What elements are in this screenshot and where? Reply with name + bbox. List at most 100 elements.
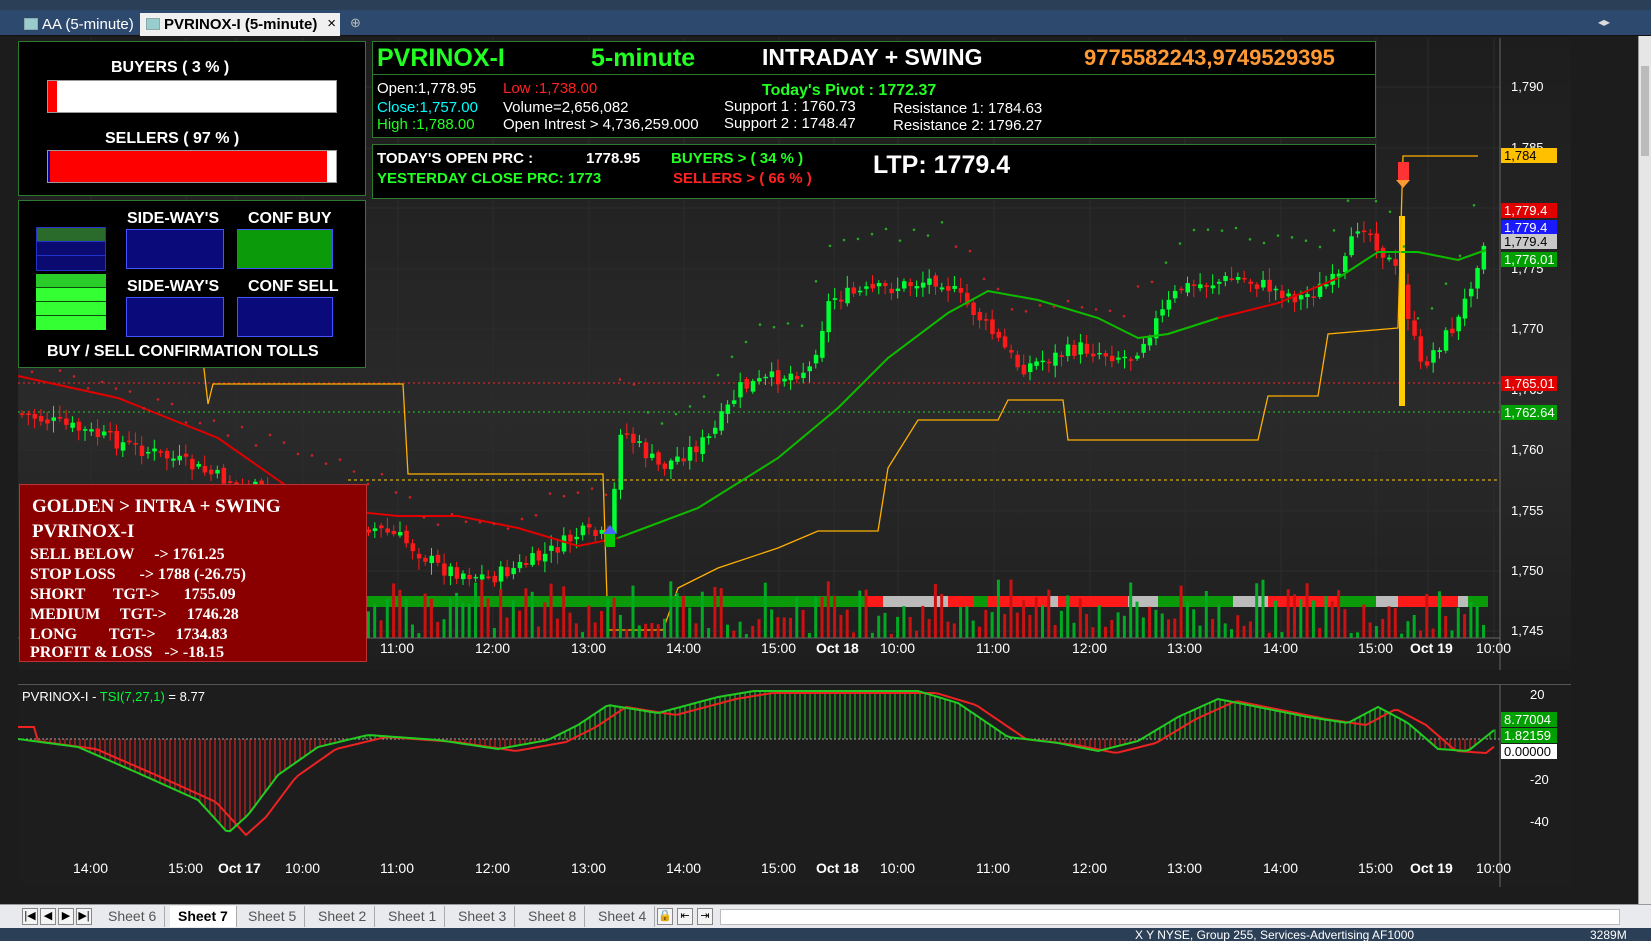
volume-bar [404, 598, 408, 638]
sheet-tab[interactable]: Sheet 8 [520, 906, 586, 927]
volume-bar [1078, 598, 1082, 638]
sheet-tab[interactable]: Sheet 6 [100, 906, 166, 927]
volume-bar [719, 588, 723, 638]
volume-bar [442, 619, 446, 638]
sar-dot [590, 487, 594, 490]
sheet-tab[interactable]: Sheet 2 [310, 906, 376, 927]
candle [845, 275, 850, 307]
candle [442, 553, 447, 585]
sar-dot [100, 380, 104, 384]
volume-bar [789, 617, 792, 638]
scroll-right-icon[interactable]: ⇥ [697, 908, 713, 925]
time-label: Oct 19 [1410, 640, 1453, 656]
document-tab-strip: AA (5-minute) PVRINOX-I (5-minute) × ⊕ ◂… [0, 10, 1651, 36]
candle [1028, 355, 1033, 381]
candle [1021, 354, 1027, 378]
volume-bar [738, 621, 742, 638]
next-sheet-button[interactable]: ▶ [58, 908, 74, 925]
candle [1065, 336, 1071, 362]
candle [511, 561, 516, 580]
sar-dot [814, 279, 818, 283]
first-sheet-button[interactable]: |◀ [22, 908, 38, 925]
tsi-indicator-pane[interactable]: PVRINOX-I - TSI(7,27,1) = 8.77 20 -20 -40 … [18, 684, 1571, 887]
volume-bar [1406, 621, 1410, 638]
volume-bar [870, 632, 874, 638]
volume-value: Volume=2,656,082 [503, 99, 629, 116]
support2-value: Support 2 : 1748.47 [724, 115, 856, 132]
sheet-tab[interactable]: Sheet 1 [380, 906, 446, 927]
volume-bar [505, 617, 509, 638]
medium-target: MEDIUM TGT-> 1746.28 [30, 606, 239, 623]
candle [1393, 249, 1398, 275]
candle [171, 450, 176, 468]
volume-bar [581, 632, 585, 638]
sar-dot [1276, 234, 1280, 237]
sheet-tab[interactable]: Sheet 3 [450, 906, 516, 927]
volume-bar [518, 610, 522, 638]
volume-bar [1425, 593, 1429, 638]
candle [177, 444, 182, 465]
sar-dot [1318, 245, 1322, 249]
sar-dot [450, 512, 454, 516]
sar-dot [800, 324, 804, 327]
horizontal-scrollbar[interactable] [720, 909, 1620, 925]
candle [120, 435, 126, 457]
new-tab-icon[interactable]: ⊕ [350, 15, 361, 31]
volume-bar [688, 607, 692, 638]
volume-bar [568, 612, 572, 638]
candle [1431, 342, 1436, 373]
volume-bar [946, 621, 950, 638]
sheet-tab[interactable]: Sheet 4 [590, 906, 656, 927]
scroll-tabs-icon[interactable]: ◂▸ [1598, 15, 1610, 29]
volume-bar [480, 580, 484, 638]
vertical-scrollbar[interactable] [1638, 36, 1651, 904]
candle [146, 446, 151, 459]
candle [946, 277, 951, 302]
signal-strip-seg [1158, 596, 1233, 607]
candle [580, 522, 586, 541]
candle [958, 277, 964, 303]
volume-bar [1015, 612, 1019, 638]
candle [650, 444, 655, 461]
time-label: Oct 18 [816, 640, 859, 656]
volume-bar [486, 598, 490, 638]
close-icon[interactable]: × [327, 15, 336, 32]
signal-strip-seg [1458, 596, 1468, 607]
sar-dot [1444, 282, 1448, 285]
prev-sheet-button[interactable]: ◀ [40, 908, 56, 925]
volume-bar [1305, 583, 1309, 638]
lock-icon[interactable]: 🔒 [657, 908, 673, 925]
volume-bar [921, 605, 925, 638]
volume-bar [537, 626, 540, 638]
candle [687, 435, 693, 470]
tsi-time-label: Oct 17 [218, 860, 261, 876]
volume-bar [1009, 579, 1013, 638]
candle [1235, 272, 1241, 284]
last-sheet-button[interactable]: ▶| [76, 908, 92, 925]
tsi-time-label: 13:00 [1167, 860, 1203, 876]
candle [801, 362, 806, 384]
scroll-left-icon[interactable]: ⇤ [677, 908, 693, 925]
price-tag: 1,784 [1501, 148, 1557, 163]
candle [1406, 273, 1411, 331]
sheet-tab[interactable]: Sheet 7 [170, 906, 237, 927]
tab-pvrinox[interactable]: PVRINOX-I (5-minute) × [140, 13, 340, 36]
price-tag: 1,762.64 [1501, 405, 1557, 420]
short-target: SHORT TGT-> 1755.09 [30, 586, 236, 603]
sideways-label-2: SIDE-WAY'S [127, 278, 220, 295]
volume-bar [379, 620, 383, 638]
confsell-label: CONF SELL [248, 278, 339, 295]
time-label: 11:00 [976, 640, 1010, 656]
volume-bar [1393, 608, 1397, 638]
volume-bar [1412, 614, 1416, 638]
candle [668, 458, 674, 479]
time-label: 15:00 [1358, 640, 1394, 656]
volume-bar [1255, 583, 1259, 638]
candle [101, 425, 107, 439]
tab-aa[interactable]: AA (5-minute) [18, 13, 140, 36]
sar-dot [520, 517, 524, 521]
sheet-tab[interactable]: Sheet 5 [240, 906, 306, 927]
sar-dot [1150, 280, 1154, 284]
volume-bar [1374, 626, 1378, 638]
sar-dot [1220, 229, 1224, 232]
